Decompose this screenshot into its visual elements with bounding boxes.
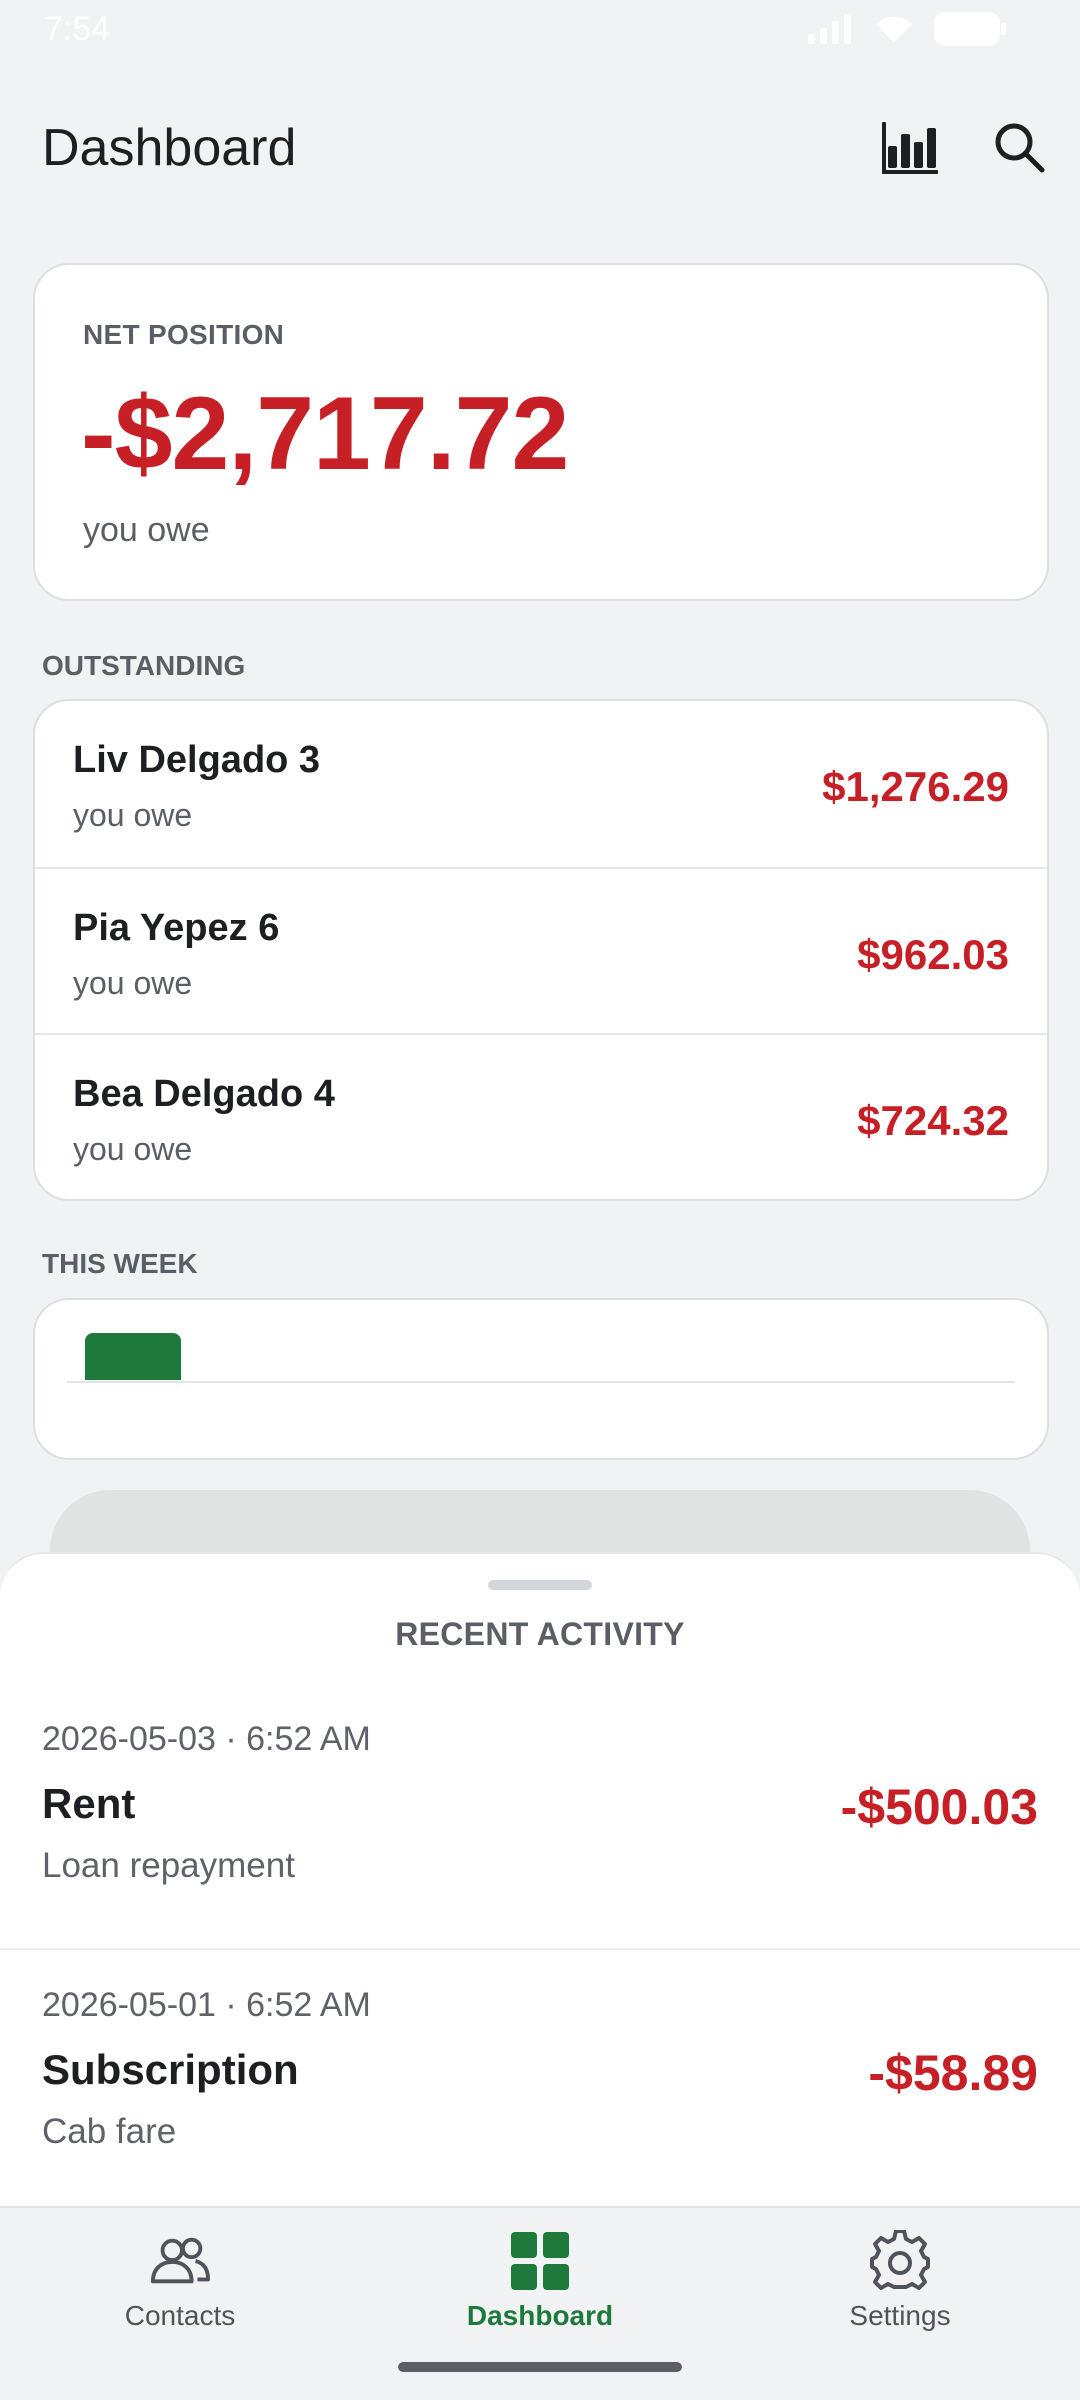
search-icon [992,120,1046,179]
nav-label: Dashboard [466,2300,614,2331]
contacts-icon [149,2230,211,2292]
nav-dashboard[interactable]: Dashboard [360,2208,720,2368]
net-position-amount: -$2,717.72 [81,376,569,492]
week-axis [67,1381,1015,1383]
activity-date: 2026-05-03 · 6:52 AM [42,1720,371,1758]
outstanding-row[interactable]: Pia Yepez 6 you owe $962.03 [35,867,1047,1033]
wifi-icon [874,14,914,49]
activity-amount: -$58.89 [868,2045,1038,2101]
net-position-label: NET POSITION [83,319,285,350]
nav-contacts[interactable]: Contacts [0,2208,360,2368]
nav-label: Contacts [124,2300,236,2331]
status-icons [808,12,1006,51]
recent-activity-sheet[interactable]: RECENT ACTIVITY 2026-05-03 · 6:52 AM Ren… [0,1552,1080,2208]
balance-direction: you owe [73,797,193,833]
activity-amount: -$500.03 [840,1779,1038,1835]
settings-icon [869,2230,931,2292]
contact-name: Pia Yepez 6 [73,907,280,949]
balance-amount: $724.32 [857,1097,1009,1144]
activity-title: Subscription [42,2046,299,2093]
balance-amount: $962.03 [857,931,1009,978]
activity-title: Rent [42,1780,136,1827]
status-time: 7:54 [44,10,111,48]
page-title: Dashboard [42,119,297,177]
balance-direction: you owe [73,1131,193,1167]
week-bar [85,1333,181,1380]
dashboard-icon [509,2230,571,2292]
contact-name: Liv Delgado 3 [73,739,321,781]
net-position-card: NET POSITION -$2,717.72 you owe [33,263,1049,601]
chart-button[interactable] [872,112,946,186]
this-week-card [33,1298,1049,1460]
net-position-sub: you owe [83,511,210,549]
nav-settings[interactable]: Settings [720,2208,1080,2368]
outstanding-row[interactable]: Bea Delgado 4 you owe $724.32 [35,1033,1047,1199]
sheet-handle[interactable] [488,1580,592,1590]
activity-date: 2026-05-01 · 6:52 AM [42,1986,371,2024]
search-button[interactable] [982,112,1056,186]
nav-label: Settings [849,2300,951,2331]
bar-chart-icon [880,120,938,179]
activity-note: Cab fare [42,2112,177,2151]
activity-item[interactable]: 2026-05-03 · 6:52 AM Rent Loan repayment… [0,1684,1080,1956]
outstanding-card: Liv Delgado 3 you owe $1,276.29 Pia Yepe… [33,699,1049,1201]
this-week-label: THIS WEEK [42,1248,198,1279]
signal-icon [808,14,854,49]
home-indicator[interactable] [398,2362,682,2372]
outstanding-label: OUTSTANDING [42,650,246,681]
outstanding-row[interactable]: Liv Delgado 3 you owe $1,276.29 [35,701,1047,867]
balance-direction: you owe [73,965,193,1001]
activity-note: Loan repayment [42,1846,295,1885]
activity-item[interactable]: 2026-05-01 · 6:52 AM Subscription Cab fa… [0,1948,1080,2208]
battery-icon [934,12,1006,51]
balance-amount: $1,276.29 [822,763,1009,810]
sheet-title: RECENT ACTIVITY [395,1616,685,1652]
contact-name: Bea Delgado 4 [73,1073,335,1115]
